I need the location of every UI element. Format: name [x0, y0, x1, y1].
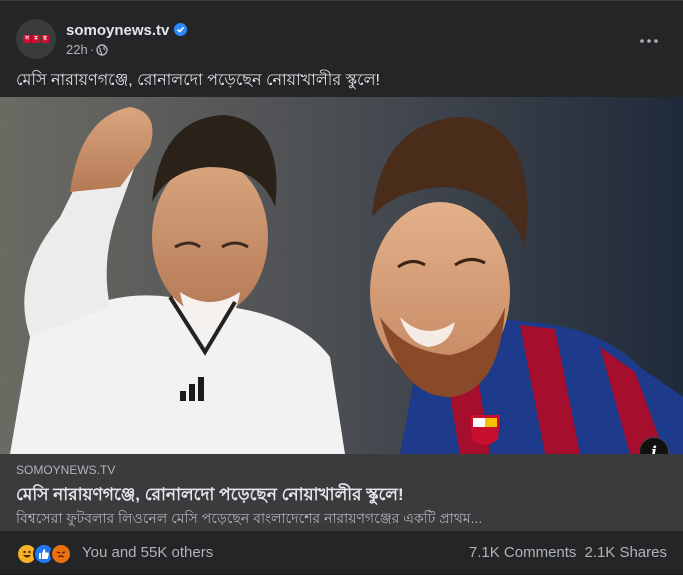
reaction-icons[interactable]	[16, 543, 72, 565]
more-options-button[interactable]	[631, 23, 667, 59]
page-name-link[interactable]: somoynews.tv	[66, 22, 188, 39]
page-name: somoynews.tv	[66, 22, 170, 39]
post-caption: মেসি নারায়ণগঞ্জে, রোনালদো পড়েছেন নোয়া…	[16, 72, 380, 89]
link-description: বিশ্বসেরা ফুটবলার লিওনেল মেসি পড়েছেন বা…	[16, 510, 483, 526]
more-options-icon	[640, 39, 658, 43]
globe-icon[interactable]	[96, 44, 108, 59]
page-avatar[interactable]: স ম য়	[16, 19, 56, 59]
meta-separator: ·	[89, 42, 95, 57]
post-image[interactable]	[0, 97, 683, 454]
verified-badge-icon	[174, 23, 188, 36]
reaction-count[interactable]: You and 55K others	[82, 544, 213, 561]
link-title[interactable]: মেসি নারায়ণগঞ্জে, রোনালদো পড়েছেন নোয়া…	[16, 482, 404, 510]
logo-letter: য়	[41, 35, 49, 43]
post-header: স ম য় somoynews.tv 22h ·	[16, 15, 667, 61]
players-photo	[0, 97, 683, 454]
angry-reaction-icon	[50, 543, 72, 565]
post-time[interactable]: 22h	[66, 42, 88, 57]
facebook-post: স ম য় somoynews.tv 22h · মেসি নারায়ণগঞ্…	[0, 0, 683, 574]
engagement-stats: 7.1K Comments 2.1K Shares	[469, 544, 667, 561]
logo-letter: ম	[32, 35, 40, 43]
somoy-logo-icon: স ম য়	[22, 30, 50, 48]
logo-letter: স	[23, 35, 31, 43]
shares-count[interactable]: 2.1K Shares	[584, 544, 667, 561]
post-footer: You and 55K others 7.1K Comments 2.1K Sha…	[0, 531, 683, 575]
link-preview-card[interactable]: SOMOYNEWS.TV মেসি নারায়ণগঞ্জে, রোনালদো …	[0, 454, 683, 531]
post-meta: 22h ·	[66, 42, 108, 59]
comments-count[interactable]: 7.1K Comments	[469, 544, 577, 561]
link-domain: SOMOYNEWS.TV	[16, 463, 116, 477]
